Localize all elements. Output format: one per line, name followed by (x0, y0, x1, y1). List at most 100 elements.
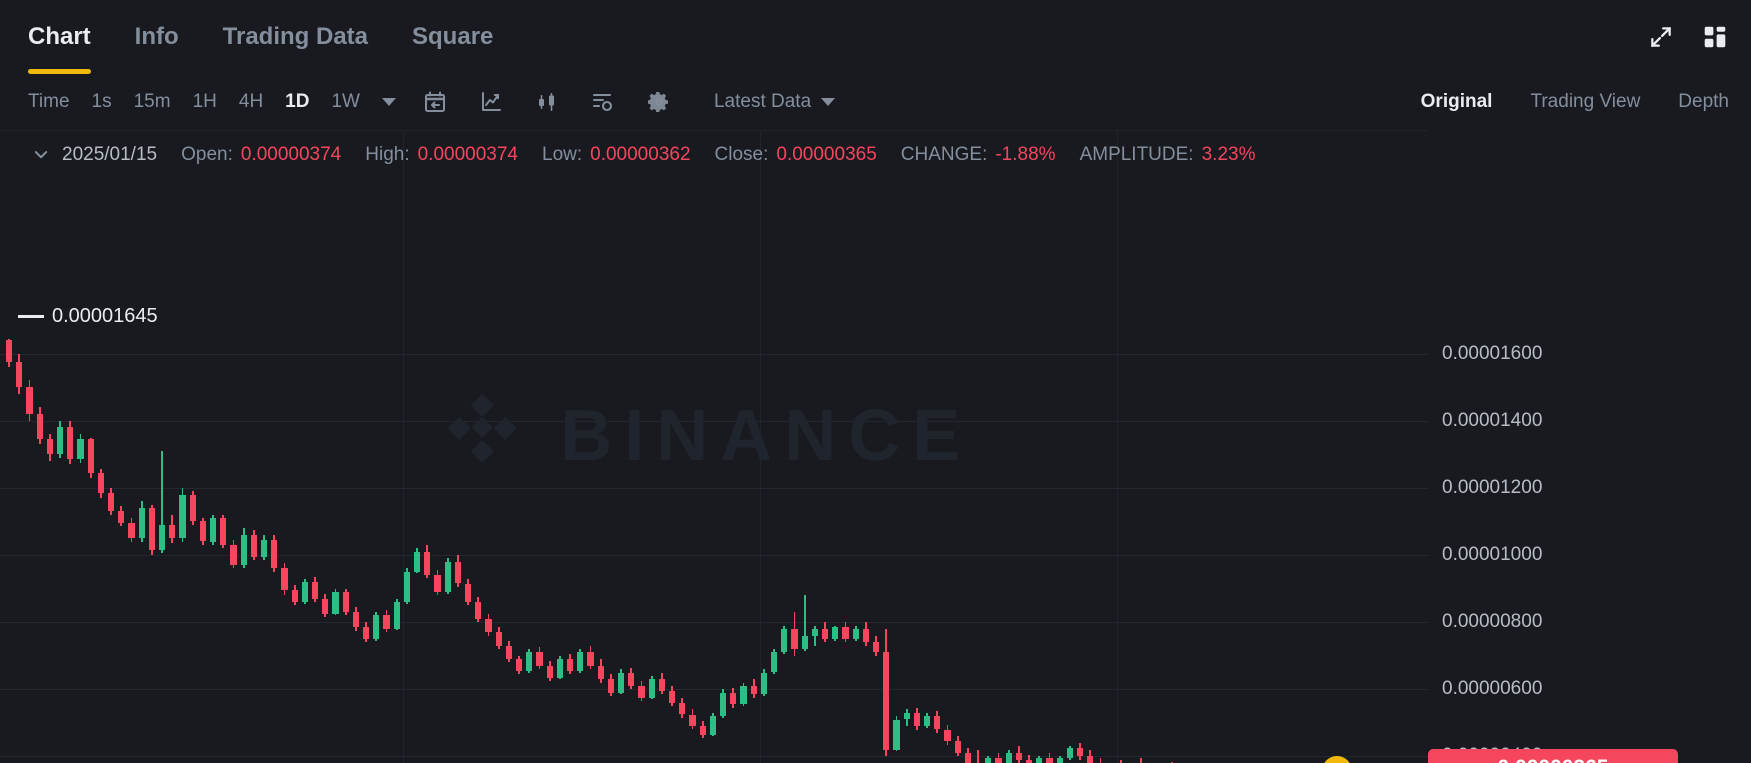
chart-toolbar: Time 1s 15m 1H 4H 1D 1W Latest Data Orig… (0, 74, 1751, 130)
ohlc-close-value: 0.00000365 (776, 144, 877, 165)
view-mode-depth[interactable]: Depth (1678, 91, 1729, 113)
candle-body (893, 719, 900, 750)
candle-body (1066, 748, 1073, 759)
candle-body (607, 679, 614, 693)
candle-body (811, 628, 818, 636)
high-price-label: 0.00001645 (52, 305, 158, 327)
candle-body (740, 685, 747, 705)
tab-chart[interactable]: Chart (28, 22, 91, 74)
candle-body (148, 508, 155, 550)
candlestick-series (0, 130, 1428, 763)
price-axis[interactable]: 0.00001600 0.00001400 0.00001200 0.00001000… (1428, 130, 1751, 763)
tab-square-label: Square (412, 23, 494, 50)
candle-body (536, 652, 543, 666)
candle-body (281, 568, 288, 591)
candle-body (199, 521, 206, 542)
ohlc-low-label: Low: (542, 144, 583, 165)
candle-body (362, 627, 370, 639)
candle-body (658, 679, 665, 691)
layout-grid-icon[interactable] (1701, 23, 1729, 51)
candle-body (332, 591, 339, 614)
timeframe-1h[interactable]: 1H (193, 90, 217, 114)
timeframe-1s[interactable]: 1s (92, 90, 112, 114)
candle-body (709, 716, 716, 735)
candle-body (291, 590, 298, 603)
candle-body (944, 729, 951, 742)
candle-body (454, 561, 461, 584)
line-chart-icon[interactable] (476, 87, 506, 117)
candle-body (689, 714, 696, 727)
candle-wick (977, 749, 979, 763)
candle-body (668, 691, 676, 703)
tab-info-label: Info (134, 23, 179, 50)
candle-body (209, 518, 217, 542)
candle-body (821, 628, 829, 639)
candle-body (26, 387, 33, 414)
gear-icon[interactable] (644, 87, 674, 117)
candle-body (699, 726, 706, 735)
candle-body (444, 561, 451, 592)
candle-body (903, 712, 910, 720)
candle-body (1015, 753, 1022, 760)
ohlc-legend: 2025/01/15 Open: 0.00000374 High: 0.0000… (0, 138, 1255, 172)
timeframe-1w[interactable]: 1W (331, 90, 360, 114)
timeframe-4h[interactable]: 4H (239, 90, 263, 114)
candle-body (36, 414, 43, 440)
price-axis-label: 0.00001000 (1442, 544, 1543, 565)
candle-body (107, 492, 115, 512)
view-mode-trading-view[interactable]: Trading View (1530, 91, 1640, 113)
candlestick-icon[interactable] (532, 87, 562, 117)
calendar-icon[interactable] (420, 87, 450, 117)
indicators-icon[interactable] (588, 87, 618, 117)
current-price-badge: 0.00000365 (1428, 749, 1678, 763)
tab-trading-data-label: Trading Data (222, 23, 369, 50)
candle-body (260, 539, 268, 557)
candle-body (832, 627, 839, 639)
candle-body (852, 628, 859, 639)
candle-body (597, 665, 604, 680)
candle-body (883, 652, 890, 750)
candle-body (750, 685, 757, 695)
view-mode-original[interactable]: Original (1421, 91, 1493, 113)
candle-body (495, 632, 502, 646)
candle-body (77, 439, 84, 460)
candle-body (1036, 758, 1043, 763)
ohlc-amplitude-label: AMPLITUDE: (1079, 144, 1194, 165)
time-label[interactable]: Time (28, 90, 70, 114)
candle-body (1005, 753, 1012, 763)
timeframe-15m[interactable]: 15m (134, 90, 171, 114)
tab-square[interactable]: Square (412, 22, 493, 52)
chevron-down-icon[interactable] (381, 98, 396, 106)
candle-body (5, 340, 13, 362)
candle-body (872, 642, 880, 653)
candle-body (403, 571, 410, 602)
ohlc-high-label: High: (365, 144, 410, 165)
tab-info[interactable]: Info (135, 22, 179, 52)
candle-body (934, 716, 941, 730)
tab-chart-label: Chart (28, 23, 91, 50)
candle-body (138, 508, 145, 539)
candle-body (475, 602, 482, 619)
expand-icon[interactable] (1647, 23, 1675, 51)
price-axis-label: 0.00001600 (1442, 342, 1543, 364)
candle-body (169, 524, 176, 539)
chevron-down-icon[interactable] (32, 146, 50, 164)
candle-body (179, 494, 186, 539)
candle-body (760, 672, 767, 695)
candle-body (556, 659, 563, 678)
candle-body (526, 652, 533, 671)
tab-trading-data[interactable]: Trading Data (223, 22, 368, 52)
price-axis-label: 0.00001200 (1442, 476, 1543, 498)
chart-plot[interactable]: BINANCE 2025/01/15 Open: 0.00000374 High… (0, 130, 1428, 763)
candle-body (434, 575, 441, 592)
candle-body (118, 511, 125, 524)
timeframe-1d[interactable]: 1D (285, 90, 309, 114)
candle-body (862, 628, 869, 643)
candle-body (301, 581, 308, 602)
top-bar-actions (1647, 0, 1729, 74)
candle-body (985, 758, 992, 763)
latest-data-dropdown[interactable]: Latest Data (714, 91, 836, 113)
candle-body (322, 598, 329, 614)
candle-body (97, 472, 104, 493)
ohlc-open-value: 0.00000374 (240, 144, 342, 165)
